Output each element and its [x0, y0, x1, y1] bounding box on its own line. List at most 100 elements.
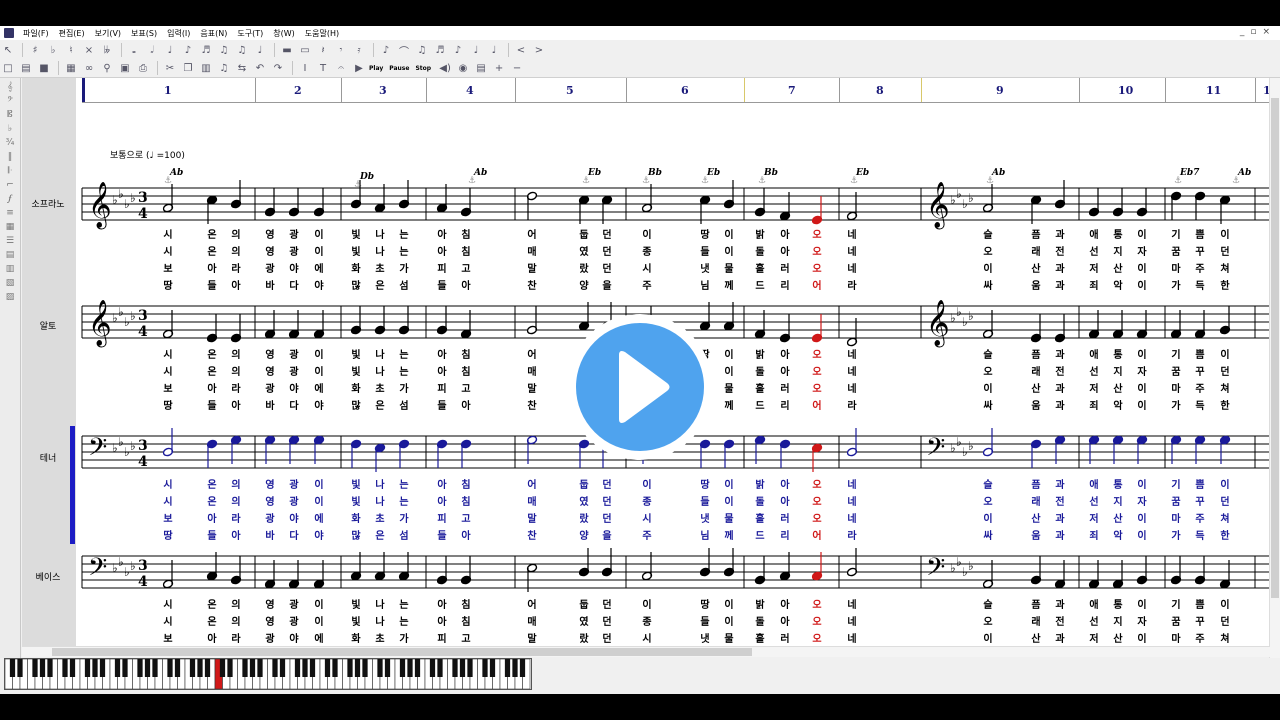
lyric-syllable[interactable]: 던: [599, 510, 615, 525]
lyric-syllable[interactable]: 쳐: [1217, 510, 1233, 525]
lyric-syllable[interactable]: 였: [576, 243, 592, 258]
lyric-syllable[interactable]: 라: [844, 277, 860, 292]
tie-icon[interactable]: ⌒: [396, 43, 412, 58]
pause-button[interactable]: Pause: [389, 65, 409, 72]
lyric-syllable[interactable]: 어: [524, 476, 540, 491]
lyric-syllable[interactable]: 이: [1134, 277, 1150, 292]
key-signature-tool-icon[interactable]: ♭: [3, 124, 17, 134]
piano-black-key[interactable]: [347, 659, 353, 677]
playback-start-icon[interactable]: ▶: [351, 61, 367, 75]
horizontal-scrollbar[interactable]: [22, 646, 1270, 657]
lyric-syllable[interactable]: 바: [262, 397, 278, 412]
lyric-syllable[interactable]: 바: [262, 527, 278, 542]
lyric-syllable[interactable]: 님: [697, 527, 713, 542]
lyric-syllable[interactable]: 들: [434, 277, 450, 292]
lyric-syllable[interactable]: 아: [228, 527, 244, 542]
piano-black-key[interactable]: [519, 659, 526, 677]
lyric-syllable[interactable]: 초: [372, 380, 388, 395]
page-setup-icon[interactable]: ▣: [117, 61, 133, 75]
lyric-syllable[interactable]: 러: [777, 380, 793, 395]
piano-black-key[interactable]: [504, 659, 511, 677]
lyric-syllable[interactable]: 러: [777, 510, 793, 525]
lyric-syllable[interactable]: 온: [204, 226, 220, 241]
lyric-syllable[interactable]: 꾸: [1192, 243, 1208, 258]
lyric-syllable[interactable]: 영: [262, 613, 278, 628]
piano-black-key[interactable]: [324, 659, 331, 677]
piano-black-key[interactable]: [99, 659, 106, 677]
lyric-syllable[interactable]: 주: [1192, 630, 1208, 645]
beam-icon[interactable]: ♬: [432, 43, 448, 57]
sixty-fourth-note-icon[interactable]: ♫: [234, 43, 250, 57]
lyric-syllable[interactable]: 쳐: [1217, 380, 1233, 395]
print-icon[interactable]: ▦: [63, 61, 79, 75]
lyric-syllable[interactable]: 오: [809, 630, 825, 645]
barline-tool-icon[interactable]: ‖: [3, 152, 17, 162]
flat-icon[interactable]: ♭: [45, 43, 61, 57]
lyric-syllable[interactable]: 쁨: [1192, 596, 1208, 611]
lyric-syllable[interactable]: 과: [1052, 226, 1068, 241]
bass-clef-tool-icon[interactable]: 𝄢: [3, 96, 17, 106]
lyric-syllable[interactable]: 움: [1028, 527, 1044, 542]
lyric-syllable[interactable]: 흘: [752, 630, 768, 645]
lyric-syllable[interactable]: 흘: [752, 380, 768, 395]
lyric-syllable[interactable]: 마: [1168, 380, 1184, 395]
lyric-syllable[interactable]: 나: [372, 243, 388, 258]
lyric-syllable[interactable]: 마: [1168, 510, 1184, 525]
piano-black-key[interactable]: [84, 659, 91, 677]
lyric-syllable[interactable]: 오: [809, 243, 825, 258]
vertical-scrollbar[interactable]: [1269, 78, 1280, 658]
lyric-syllable[interactable]: 쁨: [1192, 226, 1208, 241]
lyric-syllable[interactable]: 아: [434, 596, 450, 611]
lyric-syllable[interactable]: 을: [599, 527, 615, 542]
lyric-syllable[interactable]: 라: [228, 630, 244, 645]
lyric-syllable[interactable]: 라: [228, 260, 244, 275]
lyric-syllable[interactable]: 네: [844, 243, 860, 258]
lyric-syllable[interactable]: 아: [204, 260, 220, 275]
lyric-syllable[interactable]: 시: [160, 613, 176, 628]
whole-note-icon[interactable]: 𝅝: [126, 43, 142, 57]
lyric-syllable[interactable]: 께: [721, 397, 737, 412]
lyric-syllable[interactable]: 이: [1134, 380, 1150, 395]
lyric-syllable[interactable]: 야: [311, 397, 327, 412]
lyric-syllable[interactable]: 들: [204, 277, 220, 292]
lyric-syllable[interactable]: 마: [1168, 630, 1184, 645]
lyric-syllable[interactable]: 아: [458, 277, 474, 292]
piano-black-key[interactable]: [167, 659, 173, 677]
lyric-syllable[interactable]: 이: [1217, 476, 1233, 491]
lyric-syllable[interactable]: 광: [286, 226, 302, 241]
piano-black-key[interactable]: [137, 659, 143, 677]
redo-icon[interactable]: ↷: [270, 61, 286, 75]
open-folder-icon[interactable]: ▤: [18, 61, 34, 75]
piano-black-key[interactable]: [249, 659, 256, 677]
lyric-syllable[interactable]: 오: [980, 613, 996, 628]
lyric-syllable[interactable]: 물: [721, 510, 737, 525]
piano-black-key[interactable]: [302, 659, 308, 677]
lyric-syllable[interactable]: 의: [228, 476, 244, 491]
lyric-syllable[interactable]: 꿈: [1168, 493, 1184, 508]
lyric-syllable[interactable]: 어: [524, 346, 540, 361]
lyric-syllable[interactable]: 아: [228, 397, 244, 412]
piano-black-key[interactable]: [39, 659, 46, 677]
lyric-syllable[interactable]: 던: [599, 243, 615, 258]
lyric-syllable[interactable]: 의: [228, 596, 244, 611]
lyric-syllable[interactable]: 던: [1217, 243, 1233, 258]
lyric-syllable[interactable]: 과: [1052, 596, 1068, 611]
lyric-syllable[interactable]: 에: [311, 380, 327, 395]
staff-tool-icon[interactable]: ☰: [3, 236, 17, 246]
lyric-syllable[interactable]: 던: [599, 476, 615, 491]
piano-black-key[interactable]: [32, 659, 38, 677]
lyric-syllable[interactable]: 많: [348, 527, 364, 542]
lyric-syllable[interactable]: 저: [1086, 260, 1102, 275]
piano-black-key[interactable]: [332, 659, 338, 677]
lyric-syllable[interactable]: 들: [204, 527, 220, 542]
lyric-syllable[interactable]: 래: [1028, 243, 1044, 258]
lyric-syllable[interactable]: 흘: [752, 260, 768, 275]
lyric-syllable[interactable]: 쁨: [1192, 476, 1208, 491]
undo-icon[interactable]: ↶: [252, 61, 268, 75]
piano-black-key[interactable]: [354, 659, 361, 677]
lyric-syllable[interactable]: 빛: [348, 243, 364, 258]
lyric-syllable[interactable]: 전: [1052, 363, 1068, 378]
lyric-syllable[interactable]: 의: [228, 346, 244, 361]
piano-black-key[interactable]: [429, 659, 436, 677]
alto-clef-tool-icon[interactable]: 𝄡: [3, 110, 17, 120]
